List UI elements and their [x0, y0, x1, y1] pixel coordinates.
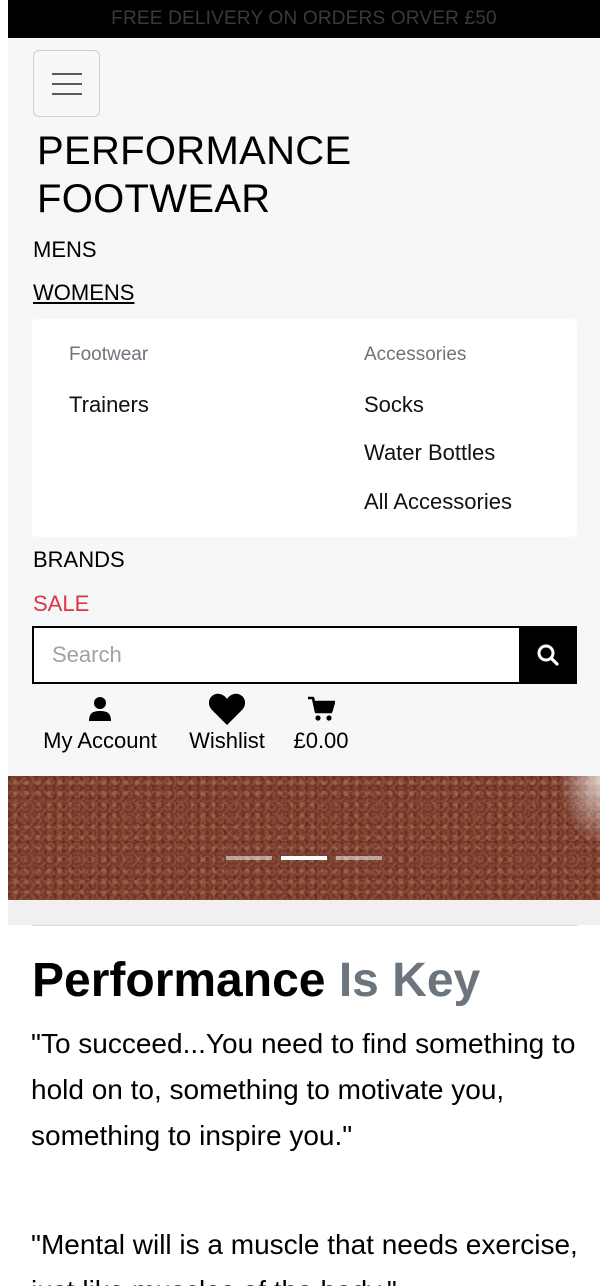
- hamburger-line: [51, 72, 82, 75]
- cart-total: £0.00: [293, 728, 349, 753]
- dropdown-header-footwear: Footwear: [69, 344, 149, 365]
- my-account-link[interactable]: My Account: [36, 690, 164, 754]
- brand-line-1: PERFORMANCE: [37, 129, 352, 173]
- hamburger-line: [51, 92, 82, 95]
- account-icons-row: My Account Wishlist £0.00: [8, 690, 600, 760]
- dropdown-header-accessories: Accessories: [364, 344, 467, 365]
- carousel-indicator-1[interactable]: [226, 856, 272, 860]
- wishlist-link[interactable]: Wishlist: [182, 690, 272, 754]
- delivery-banner: FREE DELIVERY ON ORDERS ORVER £50: [8, 0, 600, 38]
- dropdown-item-trainers[interactable]: Trainers: [69, 392, 149, 418]
- search-input[interactable]: [32, 626, 519, 684]
- womens-dropdown-menu: Footwear Trainers Accessories Socks Wate…: [32, 319, 577, 537]
- nav-link-mens[interactable]: MENS: [33, 237, 97, 263]
- dropdown-item-water-bottles[interactable]: Water Bottles: [364, 440, 495, 466]
- hero-highlight: [560, 776, 600, 846]
- nav-link-womens[interactable]: WOMENS: [33, 280, 134, 306]
- heading-muted: Is Key: [338, 954, 481, 1007]
- carousel-indicator-2[interactable]: [281, 856, 327, 860]
- wishlist-label: Wishlist: [189, 728, 265, 753]
- nav-link-sale[interactable]: SALE: [33, 591, 89, 617]
- carousel-indicator-3[interactable]: [336, 856, 382, 860]
- search-button[interactable]: [519, 626, 577, 684]
- section-spacer: [8, 900, 600, 925]
- hamburger-line: [51, 82, 82, 85]
- brand-line-2: FOOTWEAR: [37, 177, 271, 221]
- intro-section: Performance Is Key "To succeed...You nee…: [8, 925, 600, 1286]
- heading-main: Performance: [32, 954, 326, 1007]
- nav-link-brands[interactable]: BRANDS: [33, 547, 125, 573]
- site-logo[interactable]: PERFORMANCE FOOTWEAR: [37, 127, 351, 223]
- carousel-indicators: [226, 856, 382, 860]
- user-icon: [89, 697, 111, 721]
- dropdown-item-socks[interactable]: Socks: [364, 392, 424, 418]
- dropdown-item-all-accessories[interactable]: All Accessories: [364, 489, 512, 515]
- search-icon: [537, 644, 559, 666]
- section-divider: [32, 925, 578, 926]
- cart-icon: [308, 696, 335, 721]
- menu-toggle-button[interactable]: [33, 50, 100, 117]
- quote-2: "Mental will is a muscle that needs exer…: [31, 1229, 578, 1286]
- section-heading: Performance Is Key: [32, 953, 480, 1008]
- hero-carousel[interactable]: [8, 776, 600, 900]
- cart-link[interactable]: £0.00: [288, 690, 354, 754]
- search-form: [32, 626, 577, 684]
- heart-icon: [208, 693, 246, 725]
- quote-1: "To succeed...You need to find something…: [31, 1028, 576, 1151]
- my-account-label: My Account: [43, 728, 157, 753]
- page-frame: FREE DELIVERY ON ORDERS ORVER £50 PERFOR…: [8, 0, 600, 1286]
